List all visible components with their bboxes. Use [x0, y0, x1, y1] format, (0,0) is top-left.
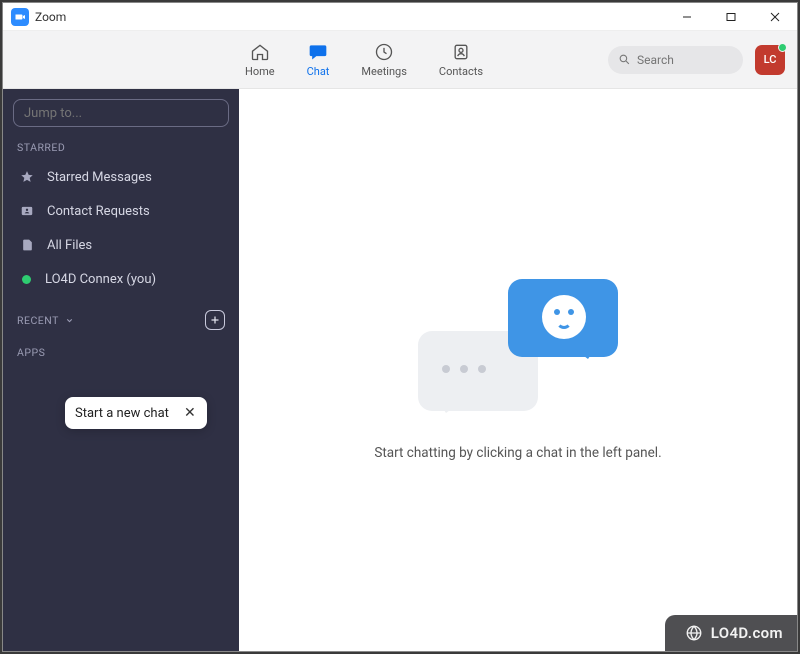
sidebar-item-label: Starred Messages — [47, 170, 152, 185]
sidebar-item-label: LO4D Connex (you) — [45, 272, 156, 287]
chevron-down-icon — [65, 316, 74, 325]
sidebar-item-self[interactable]: LO4D Connex (you) — [13, 262, 229, 296]
topnav-right: LC — [608, 45, 785, 75]
typing-dots-icon — [442, 365, 486, 373]
search-icon — [618, 53, 631, 66]
presence-dot-icon — [22, 275, 31, 284]
close-button[interactable] — [753, 3, 797, 31]
sidebar-item-contact-requests[interactable]: Contact Requests — [13, 194, 229, 228]
plus-icon — [209, 314, 221, 326]
watermark: LO4D.com — [665, 615, 797, 651]
app-window: Zoom Home — [2, 2, 798, 652]
chat-illustration — [418, 279, 618, 419]
minimize-button[interactable] — [665, 3, 709, 31]
sidebar: STARRED Starred Messages Contact Request… — [3, 89, 239, 651]
tooltip-text: Start a new chat — [75, 406, 169, 421]
contacts-icon — [450, 41, 472, 63]
tab-home[interactable]: Home — [245, 41, 275, 78]
empty-state-text: Start chatting by clicking a chat in the… — [374, 445, 661, 461]
tab-home-label: Home — [245, 65, 275, 78]
tab-chat[interactable]: Chat — [307, 41, 330, 78]
clock-icon — [373, 41, 395, 63]
titlebar-left: Zoom — [11, 8, 66, 26]
main-panel: Start chatting by clicking a chat in the… — [239, 89, 797, 651]
smiley-face-icon — [542, 295, 586, 339]
globe-icon — [685, 624, 703, 642]
search-input[interactable] — [637, 53, 727, 67]
star-icon — [19, 169, 35, 185]
section-apps-label[interactable]: APPS — [13, 346, 229, 359]
chat-icon — [307, 41, 329, 63]
file-icon — [19, 237, 35, 253]
recent-label-text: RECENT — [17, 314, 59, 327]
maximize-button[interactable] — [709, 3, 753, 31]
new-chat-button[interactable] — [205, 310, 225, 330]
zoom-app-icon — [11, 8, 29, 26]
contact-card-icon — [19, 203, 35, 219]
home-icon — [249, 41, 271, 63]
tab-meetings[interactable]: Meetings — [361, 41, 406, 78]
sidebar-item-label: All Files — [47, 238, 92, 253]
tooltip-close-button[interactable]: ✕ — [183, 405, 197, 421]
tab-contacts[interactable]: Contacts — [439, 41, 483, 78]
jump-to-input[interactable] — [13, 99, 229, 127]
nav-tabs: Home Chat Meetings Contacts — [245, 41, 483, 78]
search-box[interactable] — [608, 46, 743, 74]
top-nav: Home Chat Meetings Contacts — [3, 31, 797, 89]
new-chat-tooltip: Start a new chat ✕ — [65, 397, 207, 429]
section-starred-label: STARRED — [17, 141, 225, 154]
body: STARRED Starred Messages Contact Request… — [3, 89, 797, 651]
tab-meetings-label: Meetings — [361, 65, 406, 78]
section-recent: RECENT — [13, 310, 229, 330]
section-recent-label[interactable]: RECENT — [17, 314, 74, 327]
presence-indicator — [778, 43, 787, 52]
sidebar-item-starred-messages[interactable]: Starred Messages — [13, 160, 229, 194]
avatar-initials: LC — [764, 53, 777, 66]
tab-chat-label: Chat — [307, 65, 330, 78]
watermark-text: LO4D.com — [711, 624, 783, 642]
window-controls — [665, 3, 797, 31]
sidebar-item-all-files[interactable]: All Files — [13, 228, 229, 262]
sidebar-item-label: Contact Requests — [47, 204, 150, 219]
titlebar: Zoom — [3, 3, 797, 31]
avatar[interactable]: LC — [755, 45, 785, 75]
tab-contacts-label: Contacts — [439, 65, 483, 78]
window-title: Zoom — [35, 10, 66, 24]
chat-bubble-blue-icon — [508, 279, 618, 357]
